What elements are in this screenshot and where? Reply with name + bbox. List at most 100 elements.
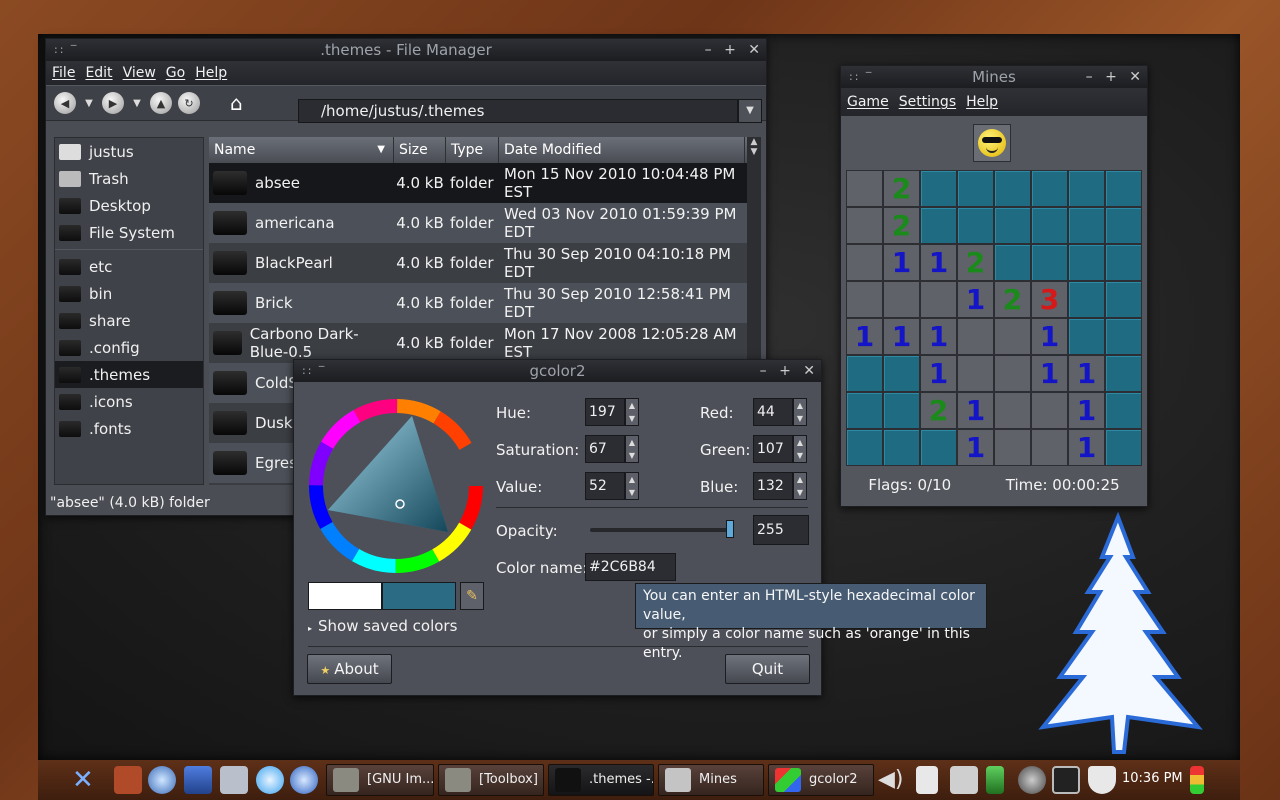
mine-cell-hidden[interactable] — [957, 170, 994, 207]
mine-cell-hidden[interactable] — [994, 244, 1031, 281]
green-input[interactable]: 107 — [753, 435, 793, 463]
window-menu-icon[interactable]: :: ‾ — [302, 360, 326, 382]
column-type[interactable]: Type — [446, 137, 499, 163]
mine-cell-number[interactable]: 1 — [1031, 318, 1068, 355]
clipboard-icon[interactable] — [916, 766, 938, 794]
sidebar-item-fonts[interactable]: .fonts — [55, 415, 203, 442]
mine-cell-empty[interactable] — [994, 318, 1031, 355]
reload-icon[interactable]: ↻ — [178, 92, 200, 114]
new-game-button[interactable] — [973, 124, 1011, 162]
opacity-input[interactable]: 255 — [753, 515, 809, 545]
saturation-stepper[interactable]: ▲ ▼ — [625, 435, 639, 463]
mine-cell-hidden[interactable] — [1031, 170, 1068, 207]
battery-icon[interactable] — [986, 766, 1004, 794]
network-launcher-icon[interactable] — [290, 766, 318, 794]
mine-cell-hidden[interactable] — [1068, 207, 1105, 244]
mine-cell-number[interactable]: 3 — [1031, 281, 1068, 318]
mine-cell-hidden[interactable] — [957, 207, 994, 244]
mine-cell-hidden[interactable] — [1068, 281, 1105, 318]
mine-cell-number[interactable]: 1 — [920, 244, 957, 281]
mine-cell-empty[interactable] — [1031, 429, 1068, 466]
mine-cell-hidden[interactable] — [1105, 355, 1142, 392]
mine-cell-hidden[interactable] — [1031, 244, 1068, 281]
menu-go[interactable]: Go — [166, 65, 185, 81]
shield-icon[interactable] — [1088, 766, 1116, 794]
mine-cell-hidden[interactable] — [1068, 170, 1105, 207]
menu-edit[interactable]: Edit — [85, 65, 112, 81]
browser-launcher-icon[interactable] — [148, 766, 176, 794]
traffic-light-icon[interactable] — [1190, 766, 1204, 794]
mine-cell-number[interactable]: 1 — [846, 318, 883, 355]
minimize-button[interactable]: – — [705, 42, 712, 58]
mine-cell-number[interactable]: 1 — [883, 318, 920, 355]
mine-cell-hidden[interactable] — [1031, 207, 1068, 244]
mine-cell-empty[interactable] — [994, 392, 1031, 429]
close-button[interactable]: ✕ — [803, 363, 815, 379]
mine-cell-number[interactable]: 2 — [883, 170, 920, 207]
blue-stepper[interactable]: ▲ ▼ — [793, 472, 807, 500]
mine-cell-hidden[interactable] — [846, 392, 883, 429]
sidebar-item-bin[interactable]: bin — [55, 280, 203, 307]
sidebar-item-desktop[interactable]: Desktop — [55, 192, 203, 219]
task-gcolor2[interactable]: gcolor2 — [768, 764, 874, 796]
mine-cell-number[interactable]: 1 — [957, 281, 994, 318]
maximize-button[interactable]: + — [779, 363, 791, 379]
sidebar-item-share[interactable]: share — [55, 307, 203, 334]
volume-icon[interactable]: ◀) — [878, 766, 906, 794]
back-icon[interactable]: ◀ — [54, 92, 76, 114]
sidebar-item-config[interactable]: .config — [55, 334, 203, 361]
menu-game[interactable]: Game — [847, 94, 889, 110]
printer-icon[interactable] — [950, 766, 978, 794]
mine-cell-hidden[interactable] — [846, 429, 883, 466]
task-file-manager[interactable]: .themes -... — [548, 764, 654, 796]
mine-cell-number[interactable]: 1 — [957, 392, 994, 429]
mines-titlebar[interactable]: :: ‾ Mines – + ✕ — [841, 66, 1147, 88]
about-button[interactable]: ★ About — [307, 654, 392, 684]
show-saved-colors-expander[interactable]: ▸ Show saved colors — [308, 617, 457, 635]
hue-input[interactable]: 197 — [585, 398, 625, 426]
mine-cell-number[interactable]: 1 — [883, 244, 920, 281]
close-button[interactable]: ✕ — [748, 42, 760, 58]
column-name[interactable]: Name ▼ — [209, 137, 394, 163]
menu-view[interactable]: View — [123, 65, 156, 81]
mine-cell-hidden[interactable] — [1068, 318, 1105, 355]
menu-help[interactable]: Help — [195, 65, 227, 81]
mine-cell-number[interactable]: 2 — [994, 281, 1031, 318]
location-bar[interactable]: /home/justus/.themes — [298, 99, 738, 123]
saturation-input[interactable]: 67 — [585, 435, 625, 463]
menu-file[interactable]: File — [52, 65, 75, 81]
sidebar-item-etc[interactable]: etc — [55, 253, 203, 280]
blue-input[interactable]: 132 — [753, 472, 793, 500]
sidebar-item-themes[interactable]: .themes — [55, 361, 203, 388]
mine-cell-hidden[interactable] — [1105, 429, 1142, 466]
table-row[interactable]: BlackPearl 4.0 kB folder Thu 30 Sep 2010 04… — [209, 243, 759, 283]
mine-cell-number[interactable]: 1 — [1068, 392, 1105, 429]
sidebar-item-filesystem[interactable]: File System — [55, 219, 203, 246]
forward-icon[interactable]: ▶ — [102, 92, 124, 114]
monitor-icon[interactable] — [1052, 766, 1080, 794]
opacity-slider-track[interactable] — [590, 528, 734, 532]
back-history-dropdown[interactable]: ▼ — [82, 98, 96, 109]
mine-cell-hidden[interactable] — [920, 207, 957, 244]
webcam-icon[interactable] — [1018, 766, 1046, 794]
mine-cell-empty[interactable] — [957, 318, 994, 355]
minimize-button[interactable]: – — [1086, 69, 1093, 85]
task-toolbox[interactable]: [Toolbox] — [438, 764, 544, 796]
column-size[interactable]: Size — [394, 137, 446, 163]
table-row[interactable]: americana 4.0 kB folder Wed 03 Nov 2010 01:… — [209, 203, 759, 243]
mine-cell-number[interactable]: 1 — [957, 429, 994, 466]
gcolor2-titlebar[interactable]: :: ‾ gcolor2 – + ✕ — [294, 360, 821, 382]
mine-cell-empty[interactable] — [883, 281, 920, 318]
close-button[interactable]: ✕ — [1129, 69, 1141, 85]
mine-cell-empty[interactable] — [846, 244, 883, 281]
mine-cell-hidden[interactable] — [920, 170, 957, 207]
window-menu-icon[interactable]: :: ‾ — [849, 66, 873, 88]
mine-cell-hidden[interactable] — [1105, 318, 1142, 355]
file-manager-titlebar[interactable]: :: ‾ .themes - File Manager – + ✕ — [46, 39, 766, 61]
mine-cell-hidden[interactable] — [1068, 244, 1105, 281]
calculator-launcher-icon[interactable] — [220, 766, 248, 794]
mine-cell-number[interactable]: 1 — [920, 318, 957, 355]
table-row[interactable]: Carbono Dark-Blue-0.5 4.0 kB folder Mon 17 … — [209, 323, 759, 363]
forward-history-dropdown[interactable]: ▼ — [130, 98, 144, 109]
mine-cell-hidden[interactable] — [1105, 281, 1142, 318]
